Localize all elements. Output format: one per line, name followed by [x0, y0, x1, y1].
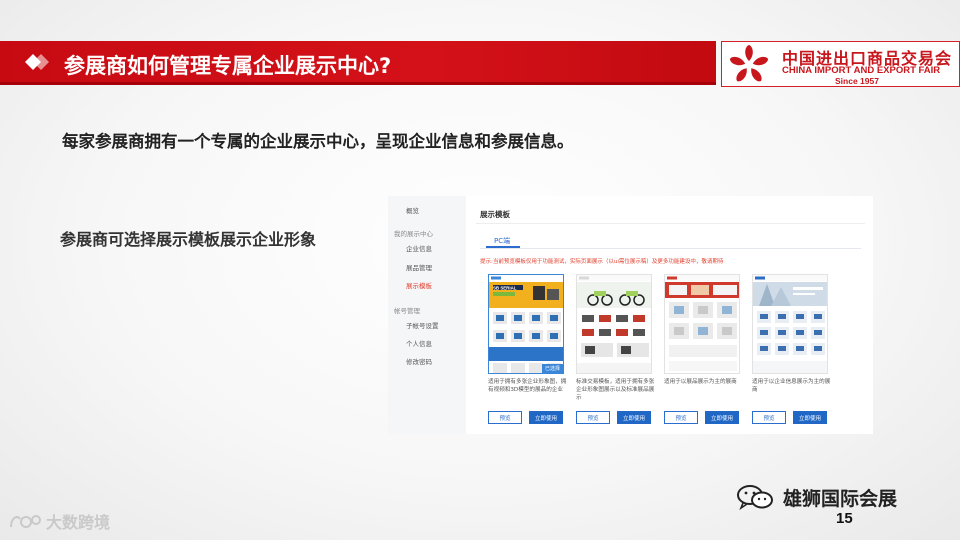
watermark-left: 大数跨境 — [8, 510, 110, 532]
logo-since: Since 1957 — [835, 76, 879, 86]
template-card-3[interactable] — [664, 274, 740, 374]
card-3-preview-button[interactable]: 预览 — [664, 411, 698, 424]
sidebar-group-showcase: 我的展示中心 — [394, 230, 433, 238]
watermark-logo-icon — [10, 515, 41, 528]
sidebar-group-account: 帐号管理 — [394, 307, 420, 315]
card-4-preview-button[interactable]: 预览 — [752, 411, 786, 424]
sidebar-item-products[interactable]: 展品管理 — [406, 262, 432, 272]
card-1-preview-button[interactable]: 预览 — [488, 411, 522, 424]
card-1-banner-text: SB SERIAL — [493, 285, 517, 290]
card-1-description: 适用于拥有多张企业形象图，拥有视频和3D模型的展品的企业 — [488, 379, 567, 394]
watermark-left-text: 大数跨境 — [46, 513, 111, 532]
template-panel: 展示模板 PC端 提示:当前预览模板仅用于功能测试，实际页面展示（以ui需位展示… — [468, 196, 873, 434]
sidebar-item-change-password[interactable]: 修改密码 — [406, 356, 432, 366]
card-3-description: 适用于以展品展示为主的展商 — [664, 379, 737, 385]
card-2-description: 标准交易模板，适用于拥有多张企业形象图展示以及标准展品展示 — [576, 379, 655, 402]
title-bar: 参展商如何管理专属企业展示中心? — [0, 41, 716, 85]
canton-fair-logo: 中国进出口商品交易会 CHINA IMPORT AND EXPORT FAIR … — [721, 41, 960, 87]
slide-title: 参展商如何管理专属企业展示中心? — [64, 54, 392, 78]
sidebar-item-template[interactable]: 展示模板 — [406, 280, 432, 290]
card-3-use-button[interactable]: 立即使用 — [705, 411, 739, 424]
template-card-4[interactable] — [752, 274, 828, 374]
card-4-description: 适用于以企业信息展示为主的展商 — [752, 379, 831, 394]
selected-badge: 已选择 — [541, 364, 563, 373]
template-card-2[interactable] — [576, 274, 652, 374]
sidebar-item-personal-info[interactable]: 个人信息 — [406, 338, 432, 348]
template-screenshot: 概览 我的展示中心 企业信息 展品管理 展示模板 帐号管理 子帐号设置 个人信息… — [388, 196, 873, 434]
sidebar-item-overview[interactable]: 概览 — [406, 205, 419, 215]
card-2-use-button[interactable]: 立即使用 — [617, 411, 651, 424]
subheading: 参展商可选择展示模板展示企业形象 — [60, 230, 317, 249]
wechat-icon — [737, 485, 773, 511]
tab-pc[interactable]: PC端 — [494, 236, 510, 246]
canton-fair-flower-icon — [729, 45, 769, 82]
page-number: 15 — [836, 510, 853, 527]
template-1-thumbnail: SB SERIAL — [489, 275, 563, 373]
watermark-right-text: 雄狮国际会展 — [783, 487, 898, 510]
tab-divider — [480, 248, 861, 249]
panel-header: 展示模板 — [480, 210, 510, 219]
sidebar: 概览 我的展示中心 企业信息 展品管理 展示模板 帐号管理 子帐号设置 个人信息… — [388, 196, 466, 434]
tab-active-indicator — [486, 246, 520, 248]
template-2-thumbnail — [577, 275, 651, 373]
watermark-right: 雄狮国际会展 — [735, 483, 897, 511]
card-4-use-button[interactable]: 立即使用 — [793, 411, 827, 424]
template-4-thumbnail — [753, 275, 827, 373]
diamond-bullet-icon — [25, 54, 49, 70]
lead-text: 每家参展商拥有一个专属的企业展示中心，呈现企业信息和参展信息。 — [62, 132, 574, 151]
sidebar-item-company-info[interactable]: 企业信息 — [406, 243, 432, 253]
sidebar-item-sub-accounts[interactable]: 子帐号设置 — [406, 320, 439, 330]
card-2-preview-button[interactable]: 预览 — [576, 411, 610, 424]
template-card-1[interactable]: SB SERIAL 已选择 — [488, 274, 564, 374]
card-1-use-button[interactable]: 立即使用 — [529, 411, 563, 424]
template-3-thumbnail — [665, 275, 739, 371]
logo-english-name: CHINA IMPORT AND EXPORT FAIR — [782, 65, 941, 76]
notice-text: 提示:当前预览模板仅用于功能测试，实际页面展示（以ui需位展示稿）及更多功能建设… — [480, 259, 724, 265]
header-divider — [476, 223, 865, 224]
